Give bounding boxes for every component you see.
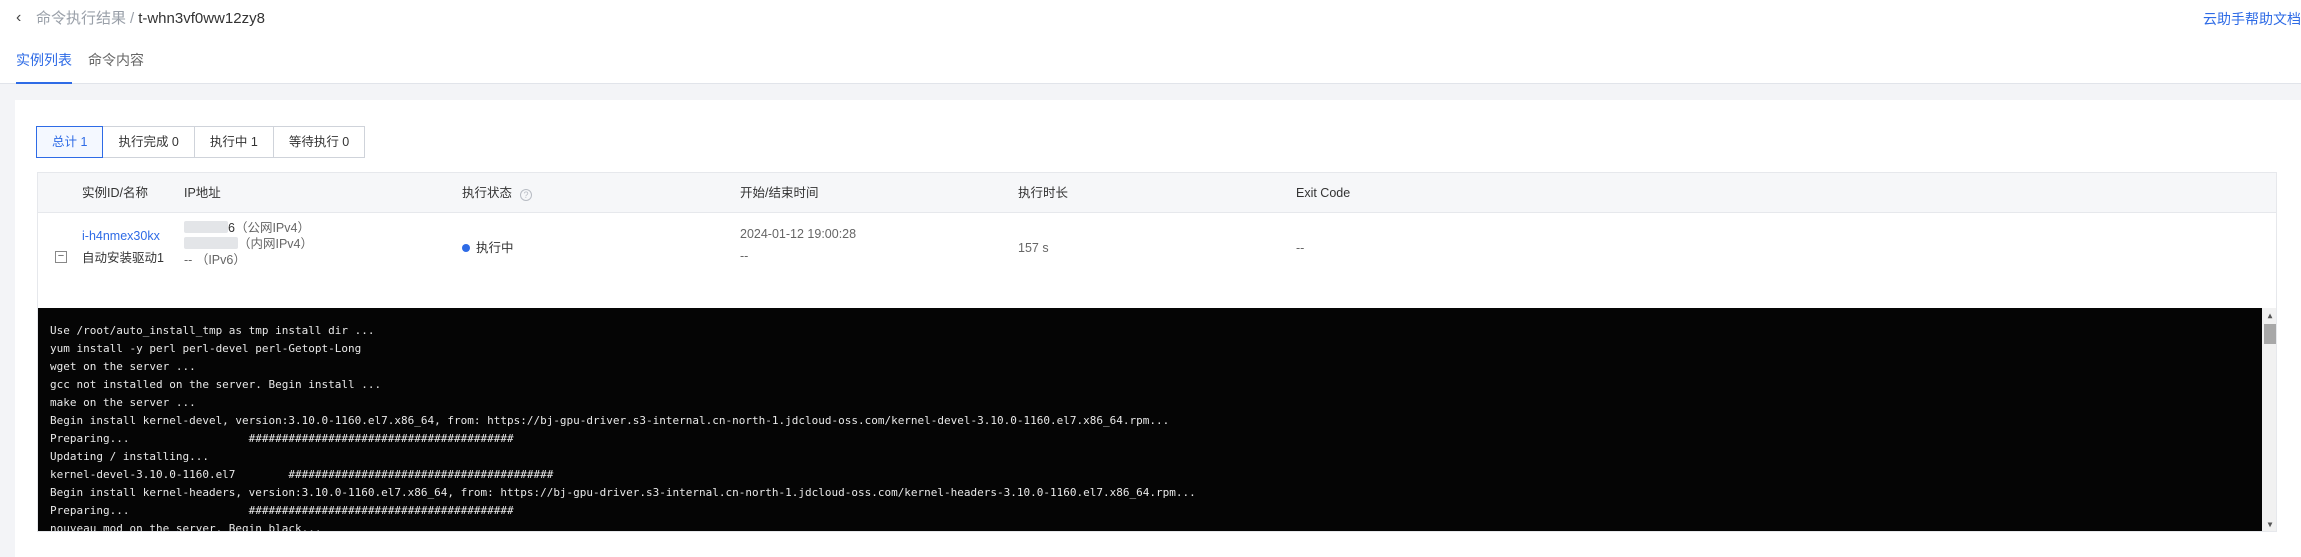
scroll-up-arrow-icon[interactable]: ▲: [2262, 308, 2276, 324]
filter-pending[interactable]: 等待执行 0: [272, 126, 366, 158]
tab-instance-list[interactable]: 实例列表: [16, 48, 72, 84]
page-header: ‹ 命令执行结果 / t-whn3vf0ww12zy8 云助手帮助文档 实例列表 命…: [0, 0, 2301, 84]
help-doc-link[interactable]: 云助手帮助文档: [2203, 9, 2301, 29]
duration: 157 s: [1018, 241, 1049, 255]
command-output-console[interactable]: Use /root/auto_install_tmp as tmp instal…: [38, 308, 2276, 532]
column-header-instance: 实例ID/名称: [82, 186, 148, 200]
console-line: Begin install kernel-devel, version:3.10…: [50, 414, 1170, 427]
column-header-status: 执行状态?: [462, 173, 533, 213]
console-line: Begin install kernel-headers, version:3.…: [50, 486, 1196, 499]
status-filter-group: 总计 1 执行完成 0 执行中 1 等待执行 0: [36, 126, 366, 158]
status-text: 执行中: [476, 241, 514, 255]
running-status-dot: [462, 244, 470, 252]
console-line: yum install -y perl perl-devel perl-Geto…: [50, 342, 362, 355]
console-scrollbar[interactable]: ▲ ▼: [2262, 308, 2276, 531]
masked-ip: [184, 237, 238, 249]
end-time: --: [740, 249, 749, 263]
console-line: make on the server ...: [50, 396, 196, 409]
breadcrumb-separator: /: [130, 10, 135, 27]
instance-name: 自动安装驱动1: [82, 251, 164, 265]
status-badge: 执行中: [462, 237, 514, 259]
ip-private-label: （内网IPv4）: [238, 237, 314, 251]
column-header-ip: IP地址: [184, 186, 221, 200]
breadcrumb: 命令执行结果 / t-whn3vf0ww12zy8: [36, 9, 265, 29]
scroll-down-arrow-icon[interactable]: ▼: [2262, 517, 2276, 531]
collapse-row-icon[interactable]: −: [55, 251, 67, 263]
masked-ip: [184, 221, 228, 233]
console-line: nouveau mod on the server. Begin black..…: [50, 522, 322, 532]
tab-command-content[interactable]: 命令内容: [88, 48, 144, 72]
filter-total[interactable]: 总计 1: [36, 126, 104, 158]
console-line: Preparing... ###########################…: [50, 504, 514, 517]
main-panel: 总计 1 执行完成 0 执行中 1 等待执行 0 实例ID/名称 IP地址 执行…: [15, 100, 2301, 557]
breadcrumb-parent-link[interactable]: 命令执行结果: [36, 10, 126, 27]
column-header-status-label: 执行状态: [462, 186, 513, 200]
console-line: Updating / installing...: [50, 450, 209, 463]
console-line: Use /root/auto_install_tmp as tmp instal…: [50, 324, 375, 337]
column-header-exit-code: Exit Code: [1296, 186, 1351, 200]
table-header: 实例ID/名称 IP地址 执行状态? 开始/结束时间 执行时长 Exit Cod…: [38, 173, 2276, 213]
console-line: kernel-devel-3.10.0-1160.el7 ###########…: [50, 468, 554, 481]
start-time: 2024-01-12 19:00:28: [740, 227, 857, 241]
column-header-duration: 执行时长: [1018, 186, 1069, 200]
ip-v6-label: （IPv6）: [195, 253, 246, 267]
page-title: t-whn3vf0ww12zy8: [138, 10, 265, 27]
console-line: Preparing... ###########################…: [50, 432, 514, 445]
ip-v6-value: --: [184, 253, 193, 267]
instance-table: 实例ID/名称 IP地址 执行状态? 开始/结束时间 执行时长 Exit Cod…: [37, 172, 2277, 532]
ip-v6: -- （IPv6）: [184, 249, 246, 271]
console-line: gcc not installed on the server. Begin i…: [50, 378, 382, 391]
column-header-time: 开始/结束时间: [740, 186, 819, 200]
filter-completed[interactable]: 执行完成 0: [102, 126, 195, 158]
info-icon[interactable]: ?: [520, 189, 533, 201]
table-row: − i-h4nmex30kx 自动安装驱动1 6（公网IPv4） （内网IPv4…: [38, 213, 2276, 301]
console-output-lines: Use /root/auto_install_tmp as tmp instal…: [50, 322, 1196, 532]
chevron-left-icon[interactable]: ‹: [16, 8, 32, 28]
console-line: wget on the server ...: [50, 360, 196, 373]
filter-running[interactable]: 执行中 1: [193, 126, 274, 158]
instance-id-link[interactable]: i-h4nmex30kx: [82, 225, 160, 247]
scroll-thumb[interactable]: [2264, 324, 2276, 344]
exit-code: --: [1296, 241, 1305, 255]
